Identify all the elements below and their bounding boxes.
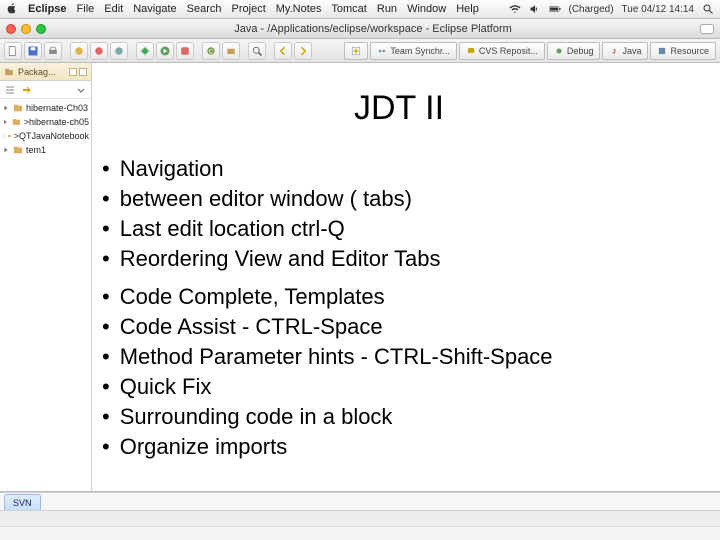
- perspective-java[interactable]: JJava: [602, 42, 648, 60]
- disclosure-triangle-icon[interactable]: [2, 118, 9, 126]
- bullet: Surrounding code in a block: [102, 404, 702, 430]
- new-package-button[interactable]: [222, 42, 240, 60]
- menu-run[interactable]: Run: [377, 3, 397, 15]
- bullet: Code Complete, Templates: [102, 284, 702, 310]
- menu-file[interactable]: File: [77, 3, 95, 15]
- package-explorer-label: Packag...: [18, 67, 56, 77]
- open-type-button[interactable]: [248, 42, 266, 60]
- project-node[interactable]: tem1: [2, 143, 89, 157]
- new-button[interactable]: [4, 42, 22, 60]
- disclosure-triangle-icon[interactable]: [2, 146, 10, 154]
- menubar-status: (Charged) Tue 04/12 14:14: [509, 3, 715, 15]
- link-editor-button[interactable]: [20, 84, 32, 96]
- project-node[interactable]: hibernate-Ch03: [2, 101, 89, 115]
- sub-bullet: Reordering View and Editor Tabs: [102, 246, 702, 272]
- perspective-resource[interactable]: Resource: [650, 42, 716, 60]
- project-icon: [13, 145, 23, 155]
- slide-title: JDT II: [96, 89, 702, 128]
- clock-label: Tue 04/12 14:14: [622, 4, 694, 15]
- package-explorer-tab[interactable]: Packag...: [0, 63, 91, 81]
- window-title: Java - /Applications/eclipse/workspace -…: [52, 23, 694, 35]
- disclosure-triangle-icon[interactable]: [2, 132, 5, 140]
- package-icon: [4, 67, 14, 77]
- window-minimize-button[interactable]: [21, 24, 31, 34]
- perspective-cvs[interactable]: CVS Reposit...: [459, 42, 545, 60]
- view-maximize-button[interactable]: [79, 68, 87, 76]
- slide-body: Navigation between editor window ( tabs)…: [96, 156, 702, 460]
- perspective-switcher: Team Synchr... CVS Reposit... Debug JJav…: [344, 42, 716, 60]
- run-button[interactable]: [156, 42, 174, 60]
- tab-svn[interactable]: SVN: [4, 494, 41, 510]
- forward-button[interactable]: [294, 42, 312, 60]
- menu-mynotes[interactable]: My.Notes: [276, 3, 322, 15]
- menu-tomcat[interactable]: Tomcat: [331, 3, 366, 15]
- open-perspective-button[interactable]: [344, 42, 368, 60]
- menu-navigate[interactable]: Navigate: [133, 3, 176, 15]
- project-label: >QTJavaNotebook: [14, 131, 89, 141]
- window-traffic-lights: [6, 24, 46, 34]
- view-menu-button[interactable]: [75, 84, 87, 96]
- sub-bullet: between editor window ( tabs): [102, 186, 702, 212]
- app-name[interactable]: Eclipse: [28, 3, 67, 15]
- window-close-button[interactable]: [6, 24, 16, 34]
- svg-text:C: C: [209, 49, 214, 55]
- package-explorer-toolbar: [0, 81, 91, 99]
- menu-project[interactable]: Project: [232, 3, 266, 15]
- tomcat-restart-button[interactable]: [110, 42, 128, 60]
- project-node[interactable]: >hibernate-ch05: [2, 115, 89, 129]
- menu-search[interactable]: Search: [187, 3, 222, 15]
- external-tools-button[interactable]: [176, 42, 194, 60]
- battery-icon: [549, 3, 561, 15]
- project-node[interactable]: >QTJavaNotebook: [2, 129, 89, 143]
- battery-label: (Charged): [569, 4, 614, 15]
- wifi-icon: [509, 3, 521, 15]
- workbench: Packag... hibernate-Ch03 >hibernate-ch05: [0, 63, 720, 492]
- bullet-navigation: Navigation: [102, 156, 702, 182]
- tomcat-start-button[interactable]: [70, 42, 88, 60]
- perspective-debug[interactable]: Debug: [547, 42, 601, 60]
- project-tree[interactable]: hibernate-Ch03 >hibernate-ch05 >QTJavaNo…: [0, 99, 91, 491]
- spotlight-icon[interactable]: [702, 3, 714, 15]
- bottom-tabs: SVN: [0, 493, 720, 511]
- sub-bullet: Last edit location ctrl-Q: [102, 216, 702, 242]
- editor-area: JDT II Navigation between editor window …: [92, 63, 720, 491]
- window-titlebar: Java - /Applications/eclipse/workspace -…: [0, 19, 720, 39]
- project-label: >hibernate-ch05: [24, 117, 89, 127]
- print-button[interactable]: [44, 42, 62, 60]
- apple-icon[interactable]: [6, 2, 18, 17]
- project-label: hibernate-Ch03: [26, 103, 88, 113]
- bullet: Quick Fix: [102, 374, 702, 400]
- project-label: tem1: [26, 145, 46, 155]
- save-button[interactable]: [24, 42, 42, 60]
- bullet: Organize imports: [102, 434, 702, 460]
- bullet: Code Assist - CTRL-Space: [102, 314, 702, 340]
- menu-help[interactable]: Help: [456, 3, 479, 15]
- bullet: Method Parameter hints - CTRL-Shift-Spac…: [102, 344, 702, 370]
- svg-text:J: J: [613, 48, 617, 55]
- menu-edit[interactable]: Edit: [104, 3, 123, 15]
- tomcat-stop-button[interactable]: [90, 42, 108, 60]
- disclosure-triangle-icon[interactable]: [2, 104, 10, 112]
- bottom-panel: SVN: [0, 492, 720, 526]
- project-icon: [13, 103, 23, 113]
- debug-button[interactable]: [136, 42, 154, 60]
- project-icon: [8, 131, 11, 141]
- speaker-icon: [529, 3, 541, 15]
- menu-window[interactable]: Window: [407, 3, 446, 15]
- package-explorer: Packag... hibernate-Ch03 >hibernate-ch05: [0, 63, 92, 491]
- window-zoom-button[interactable]: [36, 24, 46, 34]
- collapse-all-button[interactable]: [4, 84, 16, 96]
- project-icon: [12, 117, 21, 127]
- window-toolbar-pill[interactable]: [700, 24, 714, 34]
- eclipse-toolbar: C Team Synchr... CVS Reposit... Debug JJ…: [0, 39, 720, 63]
- status-bar: [0, 526, 720, 540]
- view-minimize-button[interactable]: [69, 68, 77, 76]
- back-button[interactable]: [274, 42, 292, 60]
- mac-menubar: Eclipse File Edit Navigate Search Projec…: [0, 0, 720, 19]
- perspective-team-sync[interactable]: Team Synchr...: [370, 42, 457, 60]
- new-class-button[interactable]: C: [202, 42, 220, 60]
